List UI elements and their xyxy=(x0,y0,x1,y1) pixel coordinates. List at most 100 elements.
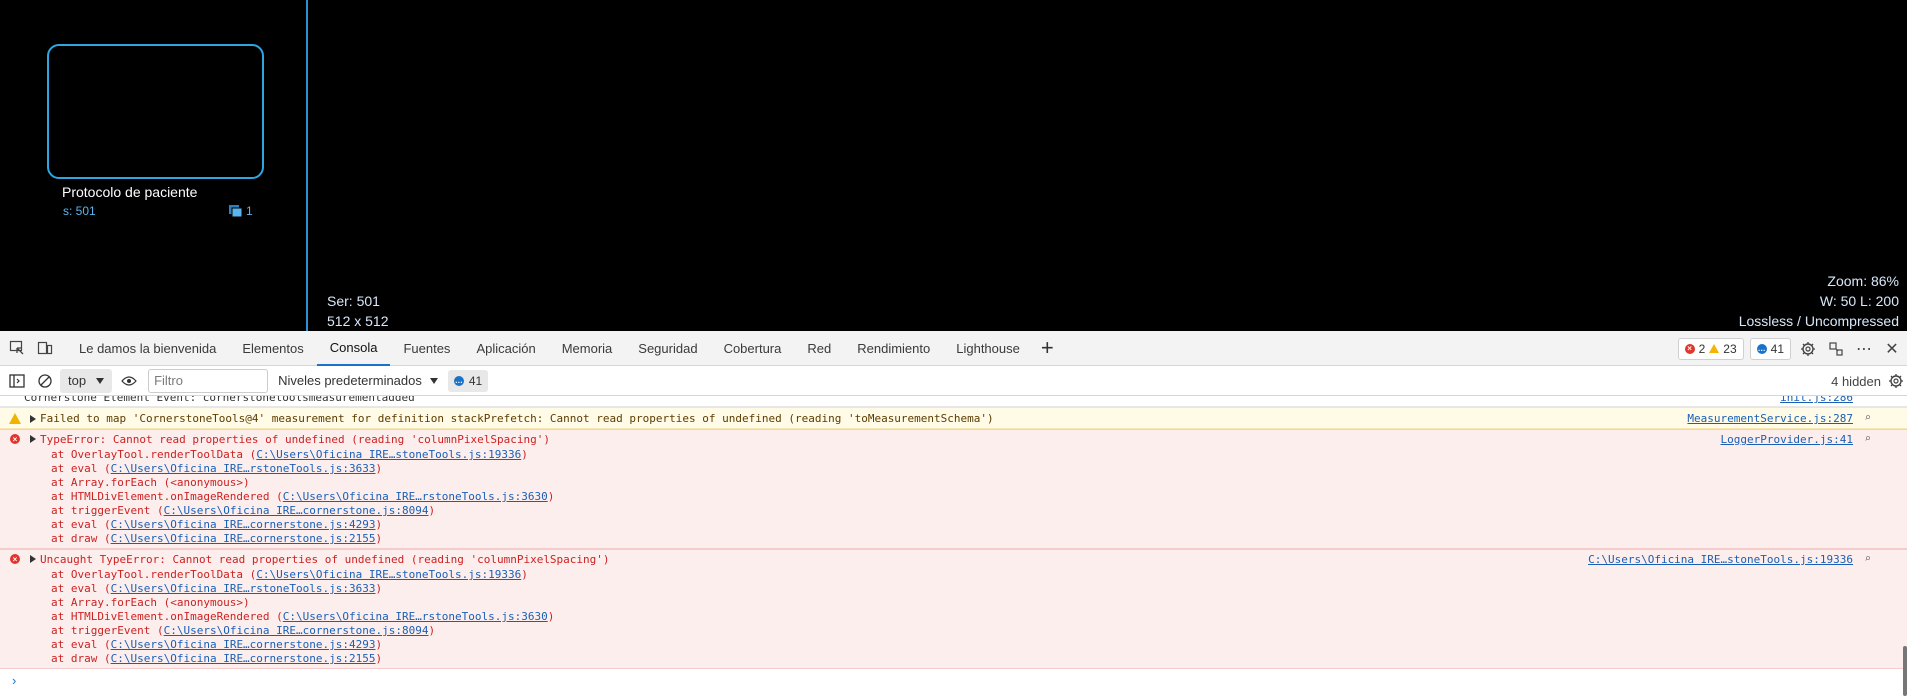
warning-source-link[interactable]: MeasurementService.js:287 xyxy=(1687,412,1853,425)
messages-badge[interactable]: … 41 xyxy=(1749,337,1791,360)
message-count-value: 41 xyxy=(468,373,483,388)
overlay-compression: Lossless / Uncompressed xyxy=(1738,313,1899,329)
instance-count-value: 1 xyxy=(246,204,253,218)
stack-frame-link[interactable]: C:\Users\Oficina IRE…cornerstone.js:2155 xyxy=(111,532,376,545)
log-levels-dropdown[interactable]: Niveles predeterminados xyxy=(278,373,438,388)
stack-frame-link[interactable]: C:\Users\Oficina IRE…cornerstone.js:4293 xyxy=(111,638,376,651)
search-icon[interactable]: ⌕ xyxy=(1864,552,1871,565)
warning-icon xyxy=(9,413,21,424)
stack-frame-text: at eval ( xyxy=(51,462,111,475)
console-output: Cornerstone Element Event: cornerstoneto… xyxy=(0,396,1907,696)
error-header: × TypeError: Cannot read properties of u… xyxy=(0,430,1907,448)
stack-frame-text: at triggerEvent ( xyxy=(51,624,164,637)
stack-frame-link[interactable]: C:\Users\Oficina IRE…cornerstone.js:8094 xyxy=(164,624,429,637)
warning-text: Failed to map 'CornerstoneTools@4' measu… xyxy=(40,412,994,425)
stack-frame-link[interactable]: C:\Users\Oficina IRE…cornerstone.js:4293 xyxy=(111,518,376,531)
stack-frame-text: at Array.forEach (<anonymous>) xyxy=(51,476,250,489)
tabbar-right-controls: × 2 23 … 41 ⋯ ✕ xyxy=(1677,331,1903,366)
stack-frame: at HTMLDivElement.onImageRendered (C:\Us… xyxy=(51,490,1907,504)
add-tab-icon[interactable]: + xyxy=(1041,337,1054,359)
stack-frame-link[interactable]: C:\Users\Oficina IRE…rstoneTools.js:3630 xyxy=(283,490,548,503)
message-count-badge[interactable]: … 41 xyxy=(447,369,489,392)
console-scrollbar[interactable] xyxy=(1903,646,1907,696)
tab-welcome[interactable]: Le damos la bienvenida xyxy=(66,331,229,366)
warning-icon xyxy=(1709,344,1720,353)
search-icon[interactable]: ⌕ xyxy=(1864,432,1871,445)
stack-frame-link[interactable]: C:\Users\Oficina IRE…cornerstone.js:2155 xyxy=(111,652,376,665)
error-header: × Uncaught TypeError: Cannot read proper… xyxy=(0,550,1907,568)
connection-icon[interactable] xyxy=(1825,338,1847,360)
expand-arrow-icon[interactable] xyxy=(30,435,36,443)
more-options-icon[interactable]: ⋯ xyxy=(1853,338,1875,360)
stack-frame-text: at HTMLDivElement.onImageRendered ( xyxy=(51,610,283,623)
stack-frame-text: at eval ( xyxy=(51,638,111,651)
error-text: TypeError: Cannot read properties of und… xyxy=(40,433,550,446)
message-icon: … xyxy=(1756,343,1767,354)
stack-frame-suffix: ) xyxy=(375,518,383,531)
filter-input[interactable] xyxy=(148,368,269,393)
stack-icon xyxy=(229,204,243,218)
tab-performance[interactable]: Rendimiento xyxy=(844,331,943,366)
overlay-zoom: Zoom: 86% xyxy=(1827,273,1899,289)
instance-count: 1 xyxy=(229,204,253,218)
stack-frame-text: at triggerEvent ( xyxy=(51,504,164,517)
warning-message: Failed to map 'CornerstoneTools@4' measu… xyxy=(0,407,1907,429)
chevron-down-icon xyxy=(429,377,438,384)
stack-frame: at Array.forEach (<anonymous>) xyxy=(51,476,1907,490)
image-viewer: Protocolo de paciente s: 501 1 Ser: 501 … xyxy=(0,0,1907,331)
stack-frame-link[interactable]: C:\Users\Oficina IRE…stoneTools.js:19336 xyxy=(256,568,521,581)
stack-frame: at OverlayTool.renderToolData (C:\Users\… xyxy=(51,448,1907,462)
stack-frame-suffix: ) xyxy=(375,532,383,545)
tab-lighthouse[interactable]: Lighthouse xyxy=(943,331,1033,366)
clear-console-icon[interactable] xyxy=(34,370,56,392)
stack-frame-suffix: ) xyxy=(428,624,436,637)
inspect-element-icon[interactable] xyxy=(6,337,28,359)
stack-frame: at eval (C:\Users\Oficina IRE…rstoneTool… xyxy=(51,582,1907,596)
stack-frame-link[interactable]: C:\Users\Oficina IRE…cornerstone.js:8094 xyxy=(164,504,429,517)
stack-frame-link[interactable]: C:\Users\Oficina IRE…rstoneTools.js:3633 xyxy=(111,582,376,595)
gear-icon[interactable] xyxy=(1797,338,1819,360)
stack-frame: at Array.forEach (<anonymous>) xyxy=(51,596,1907,610)
tab-coverage[interactable]: Cobertura xyxy=(711,331,795,366)
stack-frame: at eval (C:\Users\Oficina IRE…cornerston… xyxy=(51,638,1907,652)
tab-network[interactable]: Red xyxy=(794,331,844,366)
issues-badge[interactable]: × 2 23 xyxy=(1677,337,1744,360)
stack-trace: at OverlayTool.renderToolData (C:\Users\… xyxy=(0,448,1907,546)
stack-frame-suffix: ) xyxy=(375,652,383,665)
stack-trace: at OverlayTool.renderToolData (C:\Users\… xyxy=(0,568,1907,666)
stack-frame-suffix: ) xyxy=(547,610,555,623)
stack-frame-link[interactable]: C:\Users\Oficina IRE…rstoneTools.js:3633 xyxy=(111,462,376,475)
overlay-series: Ser: 501 xyxy=(327,293,380,309)
tab-security[interactable]: Seguridad xyxy=(625,331,710,366)
error-source-link[interactable]: C:\Users\Oficina IRE…stoneTools.js:19336 xyxy=(1588,553,1853,566)
search-icon[interactable]: ⌕ xyxy=(1864,411,1871,424)
expand-arrow-icon[interactable] xyxy=(30,415,36,423)
stack-frame: at draw (C:\Users\Oficina IRE…cornerston… xyxy=(51,532,1907,546)
stack-frame-text: at draw ( xyxy=(51,532,111,545)
tab-sources[interactable]: Fuentes xyxy=(390,331,463,366)
device-emulation-icon[interactable] xyxy=(34,337,56,359)
tab-elements[interactable]: Elementos xyxy=(229,331,316,366)
tab-memory[interactable]: Memoria xyxy=(549,331,626,366)
stack-frame: at triggerEvent (C:\Users\Oficina IRE…co… xyxy=(51,504,1907,518)
stack-frame-suffix: ) xyxy=(521,448,528,461)
error-icon: × xyxy=(1684,343,1695,354)
console-prompt[interactable]: › xyxy=(12,673,16,688)
stack-frame-link[interactable]: C:\Users\Oficina IRE…stoneTools.js:19336 xyxy=(256,448,521,461)
error-icon: × xyxy=(10,554,20,564)
console-settings-gear-icon[interactable] xyxy=(1885,370,1907,392)
close-icon[interactable]: ✕ xyxy=(1881,338,1903,360)
tab-console[interactable]: Consola xyxy=(316,331,391,366)
log-message: Cornerstone Element Event: cornerstoneto… xyxy=(0,396,1907,407)
log-source-link[interactable]: init.js:286 xyxy=(1780,396,1853,404)
tab-application[interactable]: Aplicación xyxy=(463,331,548,366)
context-select[interactable]: top xyxy=(60,368,113,393)
stack-frame-link[interactable]: C:\Users\Oficina IRE…rstoneTools.js:3630 xyxy=(283,610,548,623)
error-source-link[interactable]: LoggerProvider.js:41 xyxy=(1721,433,1853,446)
chevron-down-icon xyxy=(96,377,105,384)
series-thumbnail[interactable] xyxy=(47,44,264,179)
stack-frame-suffix: ) xyxy=(375,638,383,651)
live-expression-eye-icon[interactable] xyxy=(118,370,140,392)
sidebar-toggle-icon[interactable] xyxy=(6,370,28,392)
expand-arrow-icon[interactable] xyxy=(30,555,36,563)
